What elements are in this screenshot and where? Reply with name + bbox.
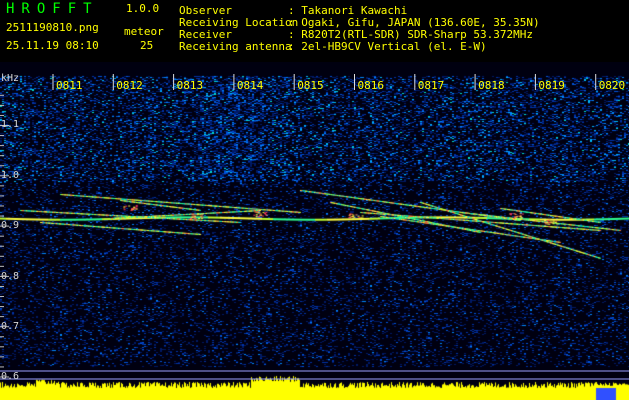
x-tick-label: 0813 (176, 79, 204, 92)
app-version: 1.0.0 (126, 2, 160, 15)
x-tick-label: 0818 (478, 79, 505, 92)
x-tick-label: 0820 (598, 79, 626, 92)
y-tick-label: 1.1 (1, 119, 20, 130)
capture-datetime: 25.11.19 08:10 (6, 39, 99, 52)
x-tick-label: 0815 (297, 79, 324, 92)
x-tick-label: 0811 (56, 79, 83, 92)
header-panel: HROFFT 1.0.0 2511190810.png 25.11.19 08:… (0, 0, 629, 62)
meteor-count: 25 (140, 39, 154, 52)
x-tick-label: 0816 (357, 79, 385, 92)
image-filename: 2511190810.png (6, 21, 99, 34)
x-tick-label: 0814 (236, 79, 264, 92)
y-tick-label: 0.8 (1, 271, 20, 282)
y-tick-label: 1.0 (1, 170, 20, 181)
meteor-label: meteor (124, 25, 164, 38)
x-tick-label: 0819 (538, 79, 565, 92)
app-title: HROFFT (6, 1, 99, 17)
spectrogram-axes (0, 74, 629, 380)
y-tick-label: 0.7 (1, 321, 20, 332)
station-info-values: : Takanori Kawachi : Ogaki, Gifu, JAPAN … (288, 4, 540, 53)
y-axis-unit: kHz (1, 73, 20, 84)
y-tick-label: 0.9 (1, 220, 20, 231)
x-tick-label: 0812 (116, 79, 143, 92)
station-info-labels: Observer Receiving Location Receiver Rec… (179, 4, 299, 53)
y-tick-label: 0.6 (1, 371, 20, 382)
x-tick-label: 0817 (417, 79, 445, 92)
